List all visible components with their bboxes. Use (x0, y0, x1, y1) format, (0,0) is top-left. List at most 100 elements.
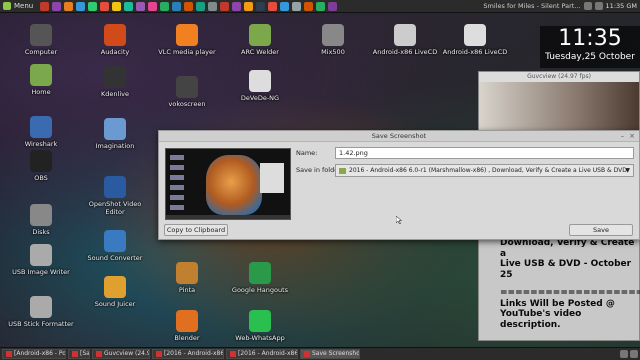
panel-launcher-icon[interactable] (292, 1, 302, 11)
desktop-icon-label: OBS (34, 174, 48, 182)
desktop-icon[interactable]: vokoscreen (152, 76, 222, 108)
overlay-line (500, 280, 640, 288)
panel-clock[interactable]: 11:35 GM (606, 2, 637, 10)
copy-to-clipboard-button[interactable]: Copy to Clipboard (164, 224, 228, 236)
obs-icon (30, 150, 52, 172)
task-label: [2016 - Android-x86 ... (238, 350, 298, 357)
folder-select[interactable]: 2016 - Android-x86 6.0-r1 (Marshmallow-x… (335, 164, 634, 177)
panel-launcher-icon[interactable] (172, 1, 182, 11)
devede-icon (249, 70, 271, 92)
imagination-icon (104, 118, 126, 140)
panel-launcher-icon[interactable] (304, 1, 314, 11)
desktop-icon-label: Sound Converter (87, 254, 143, 262)
taskbar-task[interactable]: [Sam... (68, 349, 90, 359)
top-panel: Menu Smiles for Miles - Silent Part... 1… (0, 0, 640, 13)
taskbar-task[interactable]: Save Screenshot (300, 349, 360, 359)
panel-launcher-icon[interactable] (100, 1, 110, 11)
desktop-icon-label: USB Image Writer (12, 268, 70, 276)
desktop-icon[interactable]: Disks (6, 204, 76, 236)
sound-juicer-icon (104, 276, 126, 298)
desktop-icon-label: DeVeDe-NG (240, 94, 280, 102)
panel-launcher-icon[interactable] (40, 1, 50, 11)
panel-launcher-icon[interactable] (316, 1, 326, 11)
cursor-icon (396, 216, 402, 224)
desktop-icon[interactable]: Google Hangouts (225, 262, 295, 294)
desktop-icon[interactable]: USB Stick Formatter (6, 296, 76, 328)
guvcview-title[interactable]: Guvcview (24.97 fps) (479, 72, 639, 82)
desktop-icon-label: Blender (174, 334, 200, 342)
desktop-icon[interactable]: USB Image Writer (6, 244, 76, 276)
taskbar-task[interactable]: [Android-x86 - Portin... (2, 349, 66, 359)
panel-launcher-icon[interactable] (136, 1, 146, 11)
panel-launcher-icon[interactable] (124, 1, 134, 11)
panel-launcher-icon[interactable] (148, 1, 158, 11)
desktop-icon[interactable]: Computer (6, 24, 76, 56)
panel-launcher-icon[interactable] (232, 1, 242, 11)
desktop-icon[interactable]: Mix500 (298, 24, 368, 56)
desktop-icon[interactable]: Sound Juicer (80, 276, 150, 308)
minimize-icon[interactable]: – (621, 131, 625, 142)
dvd-icon (464, 24, 486, 46)
panel-launcher-icon[interactable] (88, 1, 98, 11)
screenshot-preview (165, 148, 291, 220)
sound-converter-icon (104, 230, 126, 252)
desktop-icon[interactable]: Android-x86 LiveCD (440, 24, 510, 56)
desktop-icon[interactable]: OpenShot Video Editor (80, 176, 150, 216)
desktop-icon[interactable]: DeVeDe-NG (225, 70, 295, 102)
panel-launcher-icon[interactable] (280, 1, 290, 11)
desktop-icon-label: Computer (24, 48, 58, 56)
desktop-icon[interactable]: Blender (152, 310, 222, 342)
panel-launcher-icon[interactable] (64, 1, 74, 11)
desktop-icon-label: USB Stick Formatter (8, 320, 74, 328)
workspace-icon[interactable] (620, 350, 628, 358)
desktop-icon[interactable]: Kdenlive (80, 66, 150, 98)
whatsapp-icon (249, 310, 271, 332)
folder-icon (339, 167, 346, 174)
save-button[interactable]: Save (569, 224, 633, 236)
desktop-icon[interactable]: VLC media player (152, 24, 222, 56)
menu-label: Menu (14, 2, 34, 10)
panel-launcher-icon[interactable] (208, 1, 218, 11)
dialog-titlebar[interactable]: Save Screenshot – × (159, 131, 639, 142)
panel-launcher-icon[interactable] (76, 1, 86, 11)
workspace-icon[interactable] (630, 350, 638, 358)
desktop-icon-label: Pinta (178, 286, 196, 294)
wireshark-icon (30, 116, 52, 138)
now-playing-text[interactable]: Smiles for Miles - Silent Part... (483, 2, 580, 10)
panel-launcher-icon[interactable] (52, 1, 62, 11)
panel-launcher-icon[interactable] (220, 1, 230, 11)
panel-launcher-icon[interactable] (184, 1, 194, 11)
pinta-icon (176, 262, 198, 284)
desktop-icon[interactable]: Wireshark (6, 116, 76, 148)
desktop-icon-label: Mix500 (321, 48, 345, 56)
close-icon[interactable]: × (629, 131, 635, 142)
desktop-icon[interactable]: Sound Converter (80, 230, 150, 262)
vlc-icon (176, 24, 198, 46)
panel-launcher-icon[interactable] (196, 1, 206, 11)
clock-widget: 11:35 Tuesday,25 October (540, 26, 640, 68)
desktop-icon-label: Kdenlive (101, 90, 129, 98)
panel-launcher-icon[interactable] (328, 1, 338, 11)
volume-icon[interactable] (594, 2, 603, 10)
menu-button[interactable]: Menu (3, 2, 37, 10)
taskbar-task[interactable]: Guvcview (24.97 fps) (92, 349, 150, 359)
taskbar-task[interactable]: [2016 - Android-x86 ... (226, 349, 298, 359)
panel-launcher-icon[interactable] (244, 1, 254, 11)
panel-launcher-icon[interactable] (160, 1, 170, 11)
taskbar-task[interactable]: [2016 - Android-x86 ... (152, 349, 224, 359)
desktop-icon[interactable]: Imagination (80, 118, 150, 150)
desktop-icon[interactable]: Pinta (152, 262, 222, 294)
network-icon[interactable] (583, 2, 592, 10)
panel-launcher-icon[interactable] (112, 1, 122, 11)
desktop-icon[interactable]: ARC Welder (225, 24, 295, 56)
taskbar-tasks: [Android-x86 - Portin... [Sam... Guvcview … (2, 349, 360, 359)
panel-launcher-icon[interactable] (268, 1, 278, 11)
desktop-icon[interactable]: Audacity (80, 24, 150, 56)
desktop-icon[interactable]: OBS (6, 150, 76, 182)
desktop-icon[interactable]: Web-WhatsApp (225, 310, 295, 342)
filename-input[interactable]: 1.42.png (335, 147, 634, 159)
desktop-icon[interactable]: Home (6, 64, 76, 96)
desktop-icon[interactable]: Android-x86 LiveCD (370, 24, 440, 56)
panel-launcher-icon[interactable] (256, 1, 266, 11)
task-app-icon (230, 351, 236, 357)
